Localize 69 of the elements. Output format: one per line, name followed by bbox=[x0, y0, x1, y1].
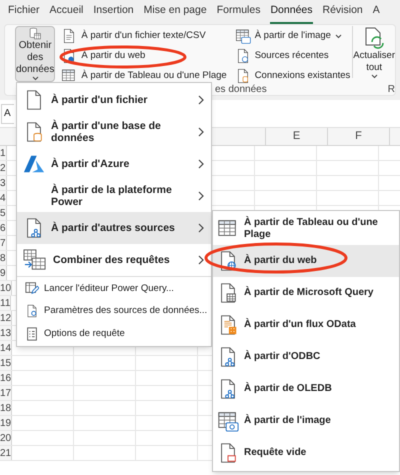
row-header[interactable]: 18 bbox=[0, 401, 12, 415]
menu-item[interactable]: Paramètres des sources de données... bbox=[17, 299, 211, 322]
caret-down-icon bbox=[370, 74, 378, 79]
menu-item[interactable]: Options de requête bbox=[17, 322, 211, 345]
chevron-right-icon bbox=[198, 223, 205, 233]
menu-item[interactable]: À partir de la plateforme Power bbox=[17, 180, 211, 212]
row-header[interactable]: 14 bbox=[0, 341, 12, 355]
caret-down-icon bbox=[334, 34, 342, 38]
options-list-icon bbox=[25, 326, 39, 340]
row-header[interactable]: 2 bbox=[0, 161, 7, 175]
ribbon-tab[interactable]: Accueil bbox=[50, 3, 84, 24]
row-header[interactable]: 13 bbox=[0, 326, 12, 340]
table-camera-icon bbox=[234, 28, 251, 44]
ribbon-command[interactable]: À partir du web bbox=[59, 46, 229, 66]
menu-item[interactable]: Lancer l'éditeur Power Query... bbox=[17, 276, 211, 299]
menu-item[interactable]: À partir d'Azure bbox=[17, 148, 211, 180]
menu-item[interactable]: À partir d'autres sources bbox=[17, 212, 211, 244]
row-header[interactable]: 10 bbox=[0, 281, 12, 295]
chevron-right-icon bbox=[198, 159, 205, 169]
row-header[interactable]: 5 bbox=[0, 206, 7, 220]
menu-item[interactable]: À partir de Microsoft Query bbox=[213, 277, 399, 309]
ribbon-tab[interactable]: Insertion bbox=[93, 3, 134, 24]
row-header[interactable]: 15 bbox=[0, 356, 12, 370]
group-label: R bbox=[388, 82, 395, 96]
ribbon-command[interactable]: Sources récentes bbox=[232, 46, 352, 66]
chevron-right-icon bbox=[198, 127, 205, 137]
row-header[interactable]: 17 bbox=[0, 386, 12, 400]
ribbon-command[interactable]: À partir de l'image bbox=[232, 26, 352, 46]
menu-item[interactable]: Requête vide bbox=[213, 437, 399, 469]
edit-table-icon bbox=[25, 281, 39, 295]
menu-item[interactable]: À partir d'un fichier bbox=[17, 84, 211, 116]
row-header[interactable]: 21 bbox=[0, 446, 12, 460]
ribbon-tab[interactable]: A bbox=[372, 3, 380, 24]
azure-logo-icon bbox=[23, 153, 45, 175]
column-header[interactable]: F bbox=[328, 128, 390, 145]
row-header[interactable]: 9 bbox=[0, 266, 7, 280]
row-header[interactable]: 6 bbox=[0, 221, 7, 235]
menu-item[interactable]: À partir de l'image bbox=[213, 405, 399, 437]
menu-item[interactable]: À partir d'ODBC bbox=[213, 341, 399, 373]
ribbon-tab[interactable]: Fichier bbox=[8, 3, 40, 24]
combine-tables-icon bbox=[23, 249, 47, 271]
ribbon-tab[interactable]: Révision bbox=[322, 3, 363, 24]
get-data-button[interactable]: Obtenir des données bbox=[15, 26, 56, 82]
column-header[interactable]: E bbox=[266, 128, 328, 145]
chevron-right-icon bbox=[198, 255, 205, 265]
ribbon-command[interactable]: À partir d'un fichier texte/CSV bbox=[59, 26, 229, 46]
row-header[interactable]: 8 bbox=[0, 251, 7, 265]
menu-item[interactable]: À partir d'un flux OData bbox=[213, 309, 399, 341]
menu-item[interactable]: Combiner des requêtes bbox=[17, 244, 211, 276]
row-header[interactable]: 11 bbox=[0, 296, 12, 310]
chevron-right-icon bbox=[198, 191, 205, 201]
menu-item[interactable]: À partir de Tableau ou d'une Plage bbox=[213, 213, 399, 245]
refresh-all-button[interactable]: Actualiser tout bbox=[353, 26, 395, 79]
row-header[interactable]: 4 bbox=[0, 191, 7, 205]
row-header[interactable]: 7 bbox=[0, 236, 7, 250]
chevron-right-icon bbox=[198, 95, 205, 105]
row-header[interactable]: 12 bbox=[0, 311, 12, 325]
name-box[interactable]: A bbox=[1, 104, 14, 124]
caret-down-icon bbox=[32, 76, 39, 81]
row-header[interactable]: 3 bbox=[0, 176, 7, 190]
table-camera-icon bbox=[217, 410, 239, 432]
menu-item[interactable]: À partir d'une base de données bbox=[17, 116, 211, 148]
row-header[interactable]: 16 bbox=[0, 371, 12, 385]
row-header[interactable]: 20 bbox=[0, 431, 12, 445]
ribbon-tab[interactable]: Formules bbox=[216, 3, 260, 24]
menu-item[interactable]: À partir de OLEDB bbox=[213, 373, 399, 405]
ribbon-tab[interactable]: Mise en page bbox=[144, 3, 207, 24]
row-header[interactable]: 1 bbox=[0, 146, 7, 160]
row-header[interactable]: 19 bbox=[0, 416, 12, 430]
